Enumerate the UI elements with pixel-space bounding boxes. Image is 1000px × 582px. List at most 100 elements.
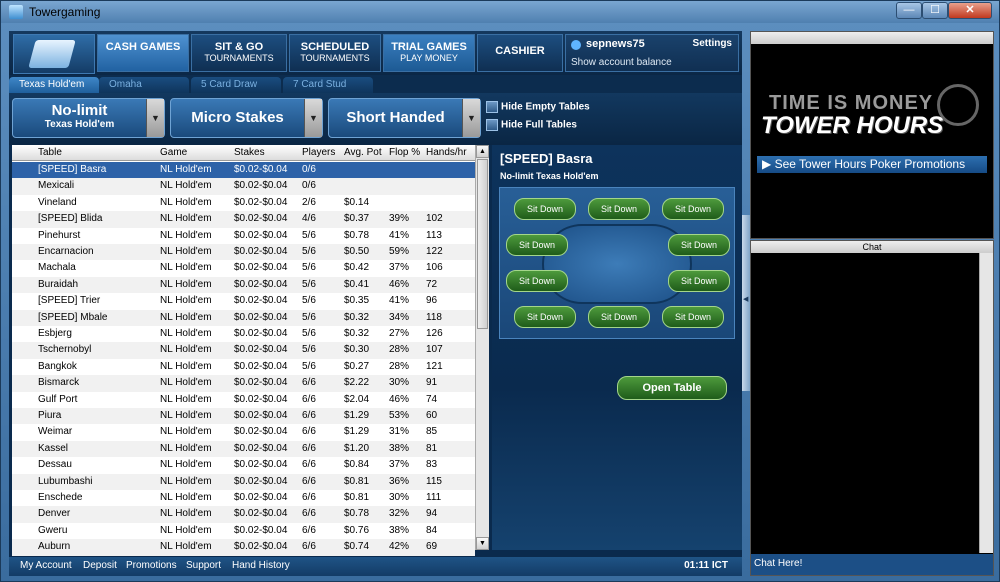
chat-header: Chat bbox=[751, 241, 993, 253]
chevron-down-icon[interactable]: ▼ bbox=[462, 99, 480, 137]
chevron-down-icon[interactable]: ▼ bbox=[304, 99, 322, 137]
maximize-button[interactable]: ☐ bbox=[922, 2, 948, 19]
close-button[interactable]: ✕ bbox=[948, 2, 992, 19]
col-stakes[interactable]: Stakes bbox=[234, 147, 265, 158]
col-game[interactable]: Game bbox=[160, 147, 187, 158]
chat-scrollbar[interactable] bbox=[979, 253, 993, 553]
limit-value: No-limit bbox=[51, 102, 108, 119]
sit-down-button[interactable]: Sit Down bbox=[588, 306, 650, 328]
sit-down-button[interactable]: Sit Down bbox=[514, 306, 576, 328]
table-row[interactable]: [SPEED] Trier NL Hold'em $0.02-$0.04 5/6 $0.… bbox=[12, 293, 475, 310]
table-row[interactable]: Piura NL Hold'em $0.02-$0.04 6/6 $1.29 53% 60 bbox=[12, 408, 475, 425]
cell-game: NL Hold'em bbox=[160, 295, 212, 307]
show-balance-link[interactable]: Show account balance bbox=[571, 57, 672, 68]
tab-7-card-stud[interactable]: 7 Card Stud bbox=[283, 77, 373, 93]
col-hands-hr[interactable]: Hands/hr bbox=[426, 147, 467, 158]
hand-history-link[interactable]: Hand History bbox=[232, 560, 290, 571]
table-row[interactable]: Buraidah NL Hold'em $0.02-$0.04 5/6 $0.41 46%… bbox=[12, 276, 475, 294]
table-row[interactable]: Vineland NL Hold'em $0.02-$0.04 2/6 $0.14 bbox=[12, 194, 475, 212]
table-row[interactable]: Dessau NL Hold'em $0.02-$0.04 6/6 $0.84 37% 83 bbox=[12, 457, 475, 474]
table-row[interactable]: Bangkok NL Hold'em $0.02-$0.04 5/6 $0.27 28% 1… bbox=[12, 358, 475, 376]
sit-down-button[interactable]: Sit Down bbox=[506, 270, 568, 292]
table-row[interactable]: Gweru NL Hold'em $0.02-$0.04 6/6 $0.76 38% 84 bbox=[12, 522, 475, 540]
deposit-link[interactable]: Deposit bbox=[83, 560, 117, 571]
table-row[interactable]: Pinehurst NL Hold'em $0.02-$0.04 5/6 $0.78 41… bbox=[12, 227, 475, 244]
settings-link[interactable]: Settings bbox=[693, 38, 732, 49]
collapse-panel-button[interactable]: ◀ bbox=[742, 215, 750, 391]
cell-table: Gweru bbox=[38, 524, 68, 536]
col-table[interactable]: Table bbox=[38, 147, 62, 158]
stakes-dropdown[interactable]: Micro Stakes ▼ bbox=[170, 98, 323, 138]
sit-down-button[interactable]: Sit Down bbox=[506, 234, 568, 256]
promo-title: TOWER HOURS bbox=[761, 112, 944, 139]
tab-omaha[interactable]: Omaha bbox=[99, 77, 189, 93]
table-row[interactable]: Weimar NL Hold'em $0.02-$0.04 6/6 $1.29 31% 85 bbox=[12, 424, 475, 441]
tab-sit-and-go[interactable]: SIT & GO TOURNAMENTS bbox=[191, 34, 287, 72]
table-row[interactable]: [SPEED] Mbale NL Hold'em $0.02-$0.04 5/6 $0.… bbox=[12, 309, 475, 326]
open-table-button[interactable]: Open Table bbox=[617, 376, 727, 400]
cell-stakes: $0.02-$0.04 bbox=[234, 393, 288, 405]
table-row[interactable]: Gulf Port NL Hold'em $0.02-$0.04 6/6 $2.04 46… bbox=[12, 391, 475, 408]
scroll-down-icon[interactable]: ▼ bbox=[476, 537, 489, 550]
chat-input[interactable]: Chat Here! bbox=[751, 554, 993, 575]
cell-hands-hr: 83 bbox=[426, 459, 438, 471]
table-row[interactable]: [SPEED] Basra NL Hold'em $0.02-$0.04 0/6 bbox=[12, 162, 475, 179]
sit-down-button[interactable]: Sit Down bbox=[588, 198, 650, 220]
sit-down-button[interactable]: Sit Down bbox=[514, 198, 576, 220]
table-row[interactable]: Bismarck NL Hold'em $0.02-$0.04 6/6 $2.22 30%… bbox=[12, 375, 475, 392]
table-row[interactable]: Denver NL Hold'em $0.02-$0.04 6/6 $0.78 32% 94 bbox=[12, 506, 475, 523]
cell-avg-pot: $0.30 bbox=[344, 344, 370, 356]
table-row[interactable]: Machala NL Hold'em $0.02-$0.04 5/6 $0.42 37% 1… bbox=[12, 260, 475, 277]
table-row[interactable]: Enschede NL Hold'em $0.02-$0.04 6/6 $0.81 30%… bbox=[12, 490, 475, 507]
cell-stakes: $0.02-$0.04 bbox=[234, 426, 288, 438]
cell-game: NL Hold'em bbox=[160, 492, 212, 503]
table-row[interactable]: [SPEED] Blida NL Hold'em $0.02-$0.04 4/6 $0.… bbox=[12, 211, 475, 228]
col-avg-pot[interactable]: Avg. Pot bbox=[344, 147, 382, 158]
table-row[interactable]: Esbjerg NL Hold'em $0.02-$0.04 5/6 $0.32 27% 1… bbox=[12, 326, 475, 343]
table-row[interactable]: Encarnacion NL Hold'em $0.02-$0.04 5/6 $0.50… bbox=[12, 244, 475, 261]
hide-full-checkbox[interactable]: Hide Full Tables bbox=[486, 119, 577, 133]
sit-down-button[interactable]: Sit Down bbox=[668, 270, 730, 292]
table-scrollbar[interactable]: ▲ ▼ bbox=[475, 145, 489, 550]
cell-players: 2/6 bbox=[302, 196, 316, 208]
top-nav: CASH GAMES SIT & GO TOURNAMENTS SCHEDULED… bbox=[9, 31, 742, 75]
table-list: Table Game Stakes Players Avg. Pot Flop … bbox=[12, 145, 489, 556]
tab-scheduled[interactable]: SCHEDULED TOURNAMENTS bbox=[289, 34, 381, 72]
cell-avg-pot: $0.42 bbox=[344, 262, 370, 274]
tab-texas-holdem[interactable]: Texas Hold'em bbox=[9, 77, 99, 93]
table-row[interactable]: Auburn NL Hold'em $0.02-$0.04 6/6 $0.74 42% 69 bbox=[12, 539, 475, 556]
sit-down-button[interactable]: Sit Down bbox=[662, 198, 724, 220]
sit-down-button[interactable]: Sit Down bbox=[662, 306, 724, 328]
scroll-thumb[interactable] bbox=[477, 159, 488, 329]
support-link[interactable]: Support bbox=[186, 560, 221, 571]
cell-stakes: $0.02-$0.04 bbox=[234, 360, 288, 372]
cell-flop: 41% bbox=[389, 295, 410, 307]
minimize-button[interactable]: — bbox=[896, 2, 922, 19]
hide-empty-checkbox[interactable]: Hide Empty Tables bbox=[486, 101, 590, 115]
promotions-link[interactable]: Promotions bbox=[126, 560, 177, 571]
table-row[interactable]: Lubumbashi NL Hold'em $0.02-$0.04 6/6 $0.81 3… bbox=[12, 473, 475, 490]
tab-5-card-draw[interactable]: 5 Card Draw bbox=[191, 77, 281, 93]
chevron-down-icon[interactable]: ▼ bbox=[146, 99, 164, 137]
table-row[interactable]: Mexicali NL Hold'em $0.02-$0.04 0/6 bbox=[12, 178, 475, 195]
sit-down-button[interactable]: Sit Down bbox=[668, 234, 730, 256]
checkbox-icon[interactable] bbox=[486, 101, 498, 113]
table-row[interactable]: Tschernobyl NL Hold'em $0.02-$0.04 5/6 $0.30… bbox=[12, 342, 475, 359]
cell-hands-hr: 118 bbox=[426, 311, 442, 323]
cell-game: NL Hold'em bbox=[160, 213, 212, 225]
checkbox-icon[interactable] bbox=[486, 119, 498, 131]
my-account-link[interactable]: My Account bbox=[20, 560, 72, 571]
table-size-dropdown[interactable]: Short Handed ▼ bbox=[328, 98, 481, 138]
promo-link[interactable]: ▶ See Tower Hours Poker Promotions bbox=[757, 156, 987, 173]
tab-cash-games[interactable]: CASH GAMES bbox=[97, 34, 189, 72]
table-row[interactable]: Kassel NL Hold'em $0.02-$0.04 6/6 $1.20 38% 81 bbox=[12, 440, 475, 458]
limit-dropdown[interactable]: No-limit Texas Hold'em ▼ bbox=[12, 98, 165, 138]
col-flop[interactable]: Flop % bbox=[389, 147, 420, 158]
tab-cashier[interactable]: CASHIER bbox=[477, 34, 563, 72]
panel-grip[interactable] bbox=[751, 32, 993, 44]
scroll-up-icon[interactable]: ▲ bbox=[476, 145, 489, 158]
tab-trial-games[interactable]: TRIAL GAMES PLAY MONEY bbox=[383, 34, 475, 72]
promo-banner[interactable]: TIME IS MONEY TOWER HOURS ▶ See Tower Ho… bbox=[750, 31, 994, 239]
cell-stakes: $0.02-$0.04 bbox=[234, 164, 288, 175]
col-players[interactable]: Players bbox=[302, 147, 335, 158]
